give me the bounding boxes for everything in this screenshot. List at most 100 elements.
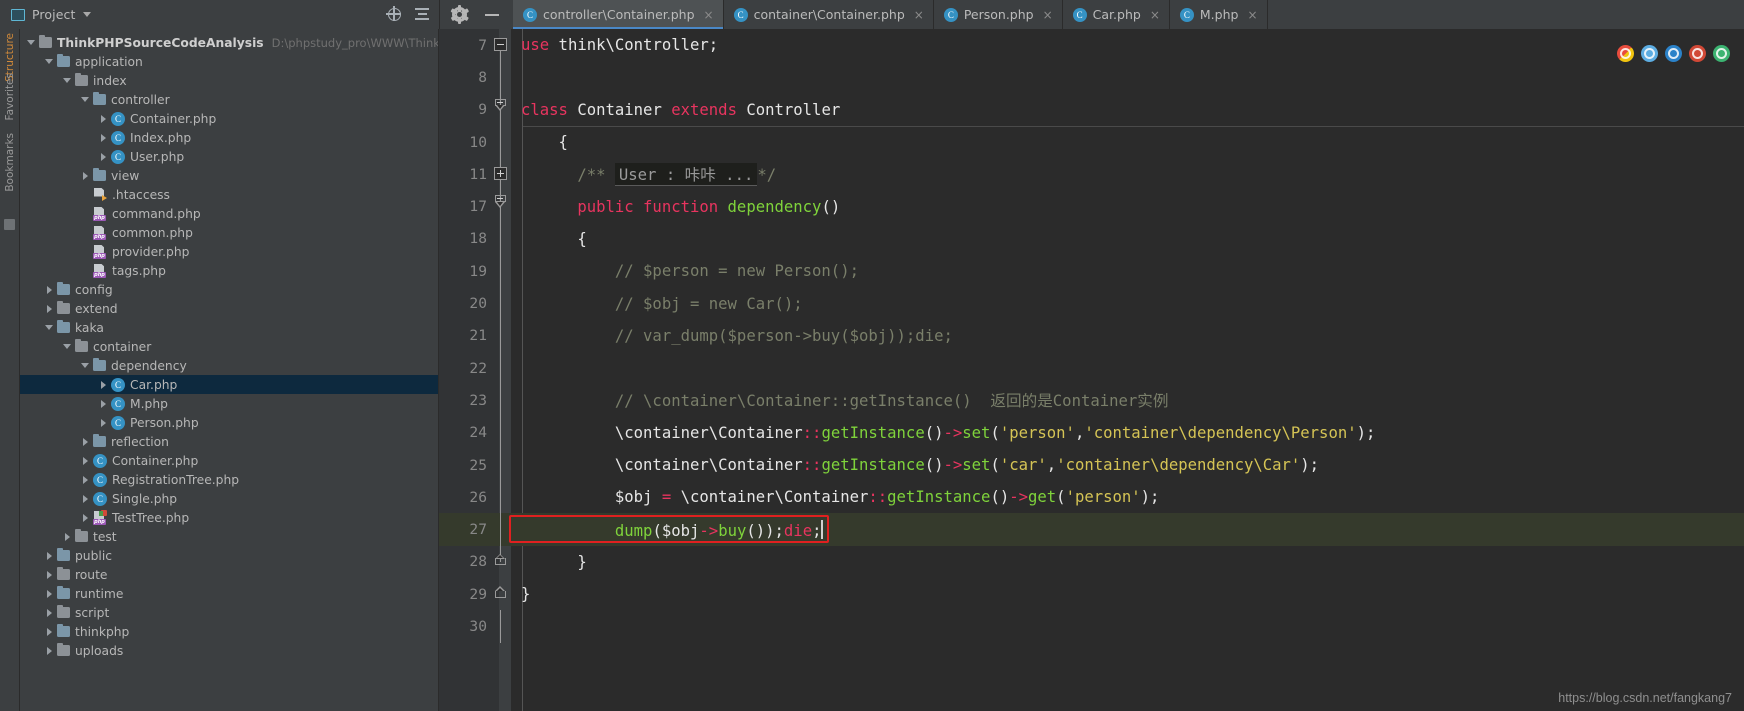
- editor-tab-4[interactable]: C M.php ×: [1169, 0, 1268, 29]
- tree-row-index[interactable]: index: [20, 71, 438, 90]
- chevron-right-icon[interactable]: [98, 398, 109, 409]
- code-line-23[interactable]: 23 // \container\Container::getInstance(…: [439, 384, 1744, 417]
- tree-row-kaka[interactable]: kaka: [20, 318, 438, 337]
- code-line-8[interactable]: 8: [439, 61, 1744, 94]
- code-line-10[interactable]: 10 {: [439, 125, 1744, 159]
- firefox-browser-icon[interactable]: [1665, 45, 1682, 62]
- tree-row-htaccess[interactable]: .htaccess: [20, 185, 438, 204]
- code-line-11[interactable]: 11 /** User : 咔咔 ... */: [439, 158, 1744, 191]
- project-tree[interactable]: ThinkPHPSourceCodeAnalysis D:\phpstudy_p…: [20, 29, 439, 711]
- tree-row-container[interactable]: container: [20, 337, 438, 356]
- close-icon[interactable]: ×: [704, 8, 714, 22]
- code-line-25[interactable]: 25 \container\Container::getInstance()->…: [439, 448, 1744, 482]
- minimize-icon[interactable]: [485, 13, 499, 16]
- chevron-right-icon[interactable]: [44, 645, 55, 656]
- chevron-right-icon[interactable]: [80, 474, 91, 485]
- tree-row-extend[interactable]: extend: [20, 299, 438, 318]
- chevron-right-icon[interactable]: [80, 512, 91, 523]
- code-line-30[interactable]: 30: [439, 610, 1744, 643]
- tree-row-index-php[interactable]: C Index.php: [20, 128, 438, 147]
- chevron-right-icon[interactable]: [98, 151, 109, 162]
- code-line-26[interactable]: 26 $obj = \container\Container::getInsta…: [439, 481, 1744, 514]
- tree-row-application[interactable]: application: [20, 52, 438, 71]
- chevron-right-icon[interactable]: [98, 132, 109, 143]
- chevron-right-icon[interactable]: [80, 436, 91, 447]
- chevron-right-icon[interactable]: [80, 170, 91, 181]
- tree-row-tags-php[interactable]: php tags.php: [20, 261, 438, 280]
- opera-browser-icon[interactable]: [1689, 45, 1706, 62]
- chevron-right-icon[interactable]: [44, 607, 55, 618]
- tree-row-test[interactable]: test: [20, 527, 438, 546]
- fold-class-end-icon[interactable]: [491, 578, 511, 610]
- chrome-browser-icon[interactable]: [1617, 45, 1634, 62]
- chevron-right-icon[interactable]: [44, 550, 55, 561]
- code-line-21[interactable]: 21 // var_dump($person->buy($obj));die;: [439, 319, 1744, 352]
- chevron-right-icon[interactable]: [98, 379, 109, 390]
- safari-browser-icon[interactable]: [1713, 45, 1730, 62]
- code-line-24[interactable]: 24 \container\Container::getInstance()->…: [439, 416, 1744, 449]
- editor-tab-0[interactable]: C controller\Container.php ×: [513, 0, 724, 29]
- fold-region-start-icon[interactable]: [491, 93, 511, 126]
- tree-row-script[interactable]: script: [20, 603, 438, 622]
- tree-row-car-php[interactable]: C Car.php: [20, 375, 438, 394]
- code-editor[interactable]: 7 use think\Controller; 8 9 class Container …: [439, 29, 1744, 711]
- tree-row-root[interactable]: ThinkPHPSourceCodeAnalysis D:\phpstudy_p…: [20, 33, 438, 52]
- close-icon[interactable]: ×: [1150, 8, 1160, 22]
- chevron-down-icon[interactable]: [83, 12, 92, 17]
- close-icon[interactable]: ×: [1043, 8, 1053, 22]
- chevron-down-icon[interactable]: [44, 322, 55, 333]
- editor-tab-1[interactable]: C container\Container.php ×: [723, 0, 934, 29]
- tree-row-dependency[interactable]: dependency: [20, 356, 438, 375]
- code-line-22[interactable]: 22: [439, 351, 1744, 385]
- editor-tab-3[interactable]: C Car.php ×: [1062, 0, 1170, 29]
- tree-row-reflection[interactable]: reflection: [20, 432, 438, 451]
- tree-row-route[interactable]: route: [20, 565, 438, 584]
- chevron-down-icon[interactable]: [80, 360, 91, 371]
- chevron-right-icon[interactable]: [44, 626, 55, 637]
- tree-row-config[interactable]: config: [20, 280, 438, 299]
- tree-row-single-php[interactable]: C Single.php: [20, 489, 438, 508]
- code-line-9[interactable]: 9 class Container extends Controller: [439, 93, 1744, 126]
- fold-collapse-icon[interactable]: [491, 29, 511, 62]
- code-line-17[interactable]: 17 public function dependency(): [439, 190, 1744, 223]
- tree-row-command-php[interactable]: php command.php: [20, 204, 438, 223]
- close-icon[interactable]: ×: [1247, 8, 1257, 22]
- code-line-27[interactable]: 27 dump($obj->buy());die;: [439, 513, 1744, 546]
- chevron-right-icon[interactable]: [44, 569, 55, 580]
- tree-row-controller[interactable]: controller: [20, 90, 438, 109]
- tree-row-public[interactable]: public: [20, 546, 438, 565]
- chevron-right-icon[interactable]: [44, 284, 55, 295]
- chevron-down-icon[interactable]: [62, 341, 73, 352]
- tree-row-runtime[interactable]: runtime: [20, 584, 438, 603]
- chevron-down-icon[interactable]: [44, 56, 55, 67]
- code-line-19[interactable]: 19 // $person = new Person();: [439, 255, 1744, 288]
- chevron-right-icon[interactable]: [98, 113, 109, 124]
- chevron-right-icon[interactable]: [44, 303, 55, 314]
- tree-row-thinkphp[interactable]: thinkphp: [20, 622, 438, 641]
- code-lines[interactable]: 7 use think\Controller; 8 9 class Container …: [439, 29, 1744, 711]
- tree-row-uploads[interactable]: uploads: [20, 641, 438, 660]
- tree-row-person-php[interactable]: C Person.php: [20, 413, 438, 432]
- chevron-right-icon[interactable]: [80, 493, 91, 504]
- tree-row-container-php[interactable]: C Container.php: [20, 451, 438, 470]
- code-line-28[interactable]: 28 }: [439, 545, 1744, 578]
- tree-row-common-php[interactable]: php common.php: [20, 223, 438, 242]
- chevron-right-icon[interactable]: [98, 417, 109, 428]
- tree-row-m-php[interactable]: C M.php: [20, 394, 438, 413]
- gear-icon[interactable]: [450, 5, 469, 24]
- close-icon[interactable]: ×: [914, 8, 924, 22]
- chevron-down-icon[interactable]: [80, 94, 91, 105]
- chevron-down-icon[interactable]: [26, 37, 37, 48]
- code-line-18[interactable]: 18 {: [439, 222, 1744, 256]
- chevron-right-icon[interactable]: [62, 531, 73, 542]
- chevron-right-icon[interactable]: [44, 588, 55, 599]
- locate-icon[interactable]: [386, 6, 401, 21]
- editor-tab-2[interactable]: C Person.php ×: [933, 0, 1063, 29]
- tree-row-provider-php[interactable]: php provider.php: [20, 242, 438, 261]
- fold-method-end-icon[interactable]: [491, 545, 511, 578]
- tree-row-container-php[interactable]: C Container.php: [20, 109, 438, 128]
- code-line-20[interactable]: 20 // $obj = new Car();: [439, 287, 1744, 320]
- collapse-all-icon[interactable]: [415, 8, 429, 21]
- chevron-down-icon[interactable]: [62, 75, 73, 86]
- tree-row-user-php[interactable]: C User.php: [20, 147, 438, 166]
